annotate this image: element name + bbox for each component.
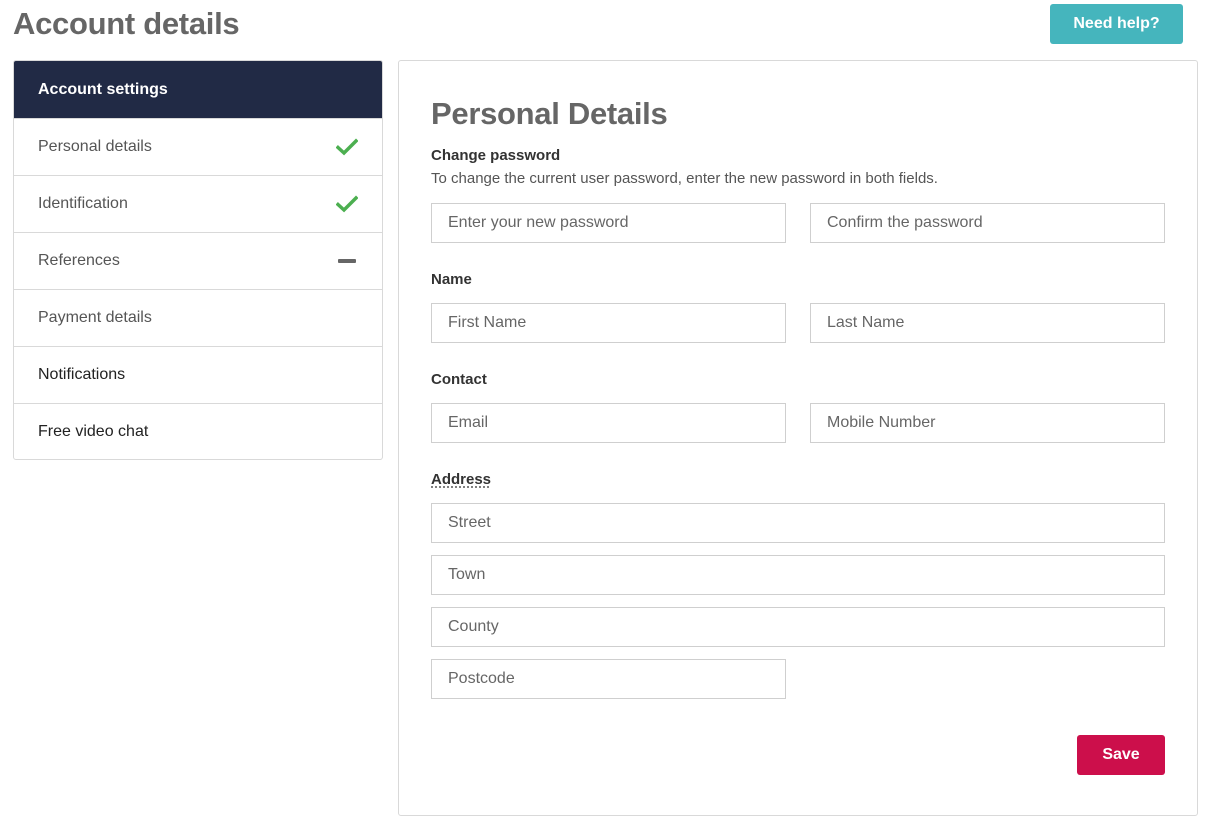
sidebar-item-notifications[interactable]: Notifications: [14, 346, 382, 403]
sidebar-item-label: Personal details: [38, 138, 152, 155]
confirm-password-input[interactable]: [810, 203, 1165, 243]
change-password-description: To change the current user password, ent…: [431, 170, 938, 187]
mobile-number-input[interactable]: [810, 403, 1165, 443]
save-button[interactable]: Save: [1077, 735, 1165, 775]
postcode-input[interactable]: [431, 659, 786, 699]
contact-label: Contact: [431, 371, 487, 388]
sidebar-item-payment-details[interactable]: Payment details: [14, 289, 382, 346]
sidebar-item-personal-details[interactable]: Personal details: [14, 118, 382, 175]
county-input[interactable]: [431, 607, 1165, 647]
change-password-label: Change password: [431, 147, 561, 164]
town-input[interactable]: [431, 555, 1165, 595]
sidebar-item-label: References: [38, 252, 120, 269]
street-input[interactable]: [431, 503, 1165, 543]
personal-details-panel: Personal Details Change password To chan…: [398, 60, 1198, 816]
sidebar-header: Account settings: [14, 61, 382, 118]
sidebar-item-identification[interactable]: Identification: [14, 175, 382, 232]
sidebar-item-free-video-chat[interactable]: Free video chat: [14, 403, 382, 459]
panel-title: Personal Details: [431, 96, 668, 131]
address-label: Address: [431, 471, 492, 488]
sidebar-item-label: Identification: [38, 195, 128, 212]
sidebar-item-label: Free video chat: [38, 423, 149, 440]
account-settings-sidebar: Account settings Personal details Identi…: [13, 60, 383, 460]
need-help-button[interactable]: Need help?: [1050, 4, 1183, 44]
name-label: Name: [431, 271, 472, 288]
sidebar-item-references[interactable]: References: [14, 232, 382, 289]
dash-icon: [338, 259, 356, 263]
last-name-input[interactable]: [810, 303, 1165, 343]
check-icon: [336, 138, 358, 156]
check-icon: [336, 195, 358, 213]
email-input[interactable]: [431, 403, 786, 443]
account-details-page: Account details Need help? Account setti…: [0, 0, 1205, 823]
page-title: Account details: [13, 6, 240, 41]
first-name-input[interactable]: [431, 303, 786, 343]
new-password-input[interactable]: [431, 203, 786, 243]
sidebar-item-label: Payment details: [38, 309, 152, 326]
sidebar-item-label: Notifications: [38, 366, 126, 383]
